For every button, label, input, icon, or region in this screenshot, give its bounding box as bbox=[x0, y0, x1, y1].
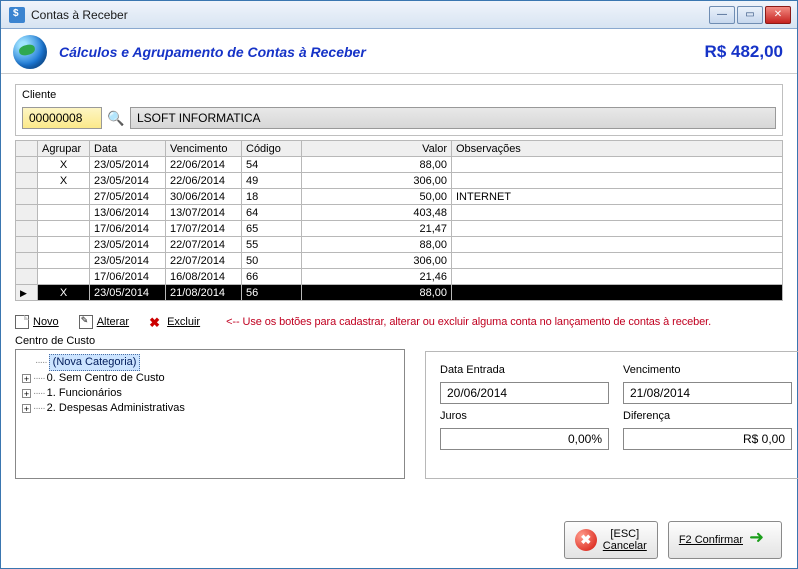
table-row[interactable]: X23/05/201422/06/201449306,00 bbox=[16, 173, 783, 189]
tree-item[interactable]: +·····1. Funcionários bbox=[18, 386, 402, 401]
tree-item[interactable]: ·····(Nova Categoria) bbox=[18, 354, 402, 371]
lbl-vencimento: Vencimento bbox=[623, 364, 792, 376]
tree-item[interactable]: +·····2. Despesas Administrativas bbox=[18, 401, 402, 416]
table-row[interactable]: X23/05/201421/08/20145688,00 bbox=[16, 285, 783, 301]
accounts-grid[interactable]: Agrupar Data Vencimento Código Valor Obs… bbox=[15, 140, 783, 301]
col-vencimento[interactable]: Vencimento bbox=[166, 141, 242, 157]
confirm-button[interactable]: F2 Confirmar bbox=[668, 521, 782, 559]
maximize-button[interactable]: ▭ bbox=[737, 6, 763, 24]
new-icon bbox=[15, 315, 29, 329]
delete-icon: ✖ bbox=[149, 315, 163, 329]
search-icon[interactable]: 🔍 bbox=[106, 108, 126, 128]
app-icon bbox=[9, 7, 25, 23]
confirm-label: F2 Confirmar bbox=[679, 534, 743, 546]
excluir-button[interactable]: ✖ Excluir bbox=[149, 315, 200, 329]
table-row[interactable]: 23/05/201422/07/20145588,00 bbox=[16, 237, 783, 253]
expand-icon[interactable]: + bbox=[22, 374, 31, 383]
table-row[interactable]: 13/06/201413/07/201464403,48 bbox=[16, 205, 783, 221]
page-title: Cálculos e Agrupamento de Contas à Receb… bbox=[59, 44, 705, 60]
window-titlebar: Contas à Receber — ▭ ✕ bbox=[1, 1, 797, 29]
novo-label: Novo bbox=[33, 316, 59, 328]
action-hint: <-- Use os botões para cadastrar, altera… bbox=[226, 316, 711, 328]
cost-center-tree[interactable]: ·····(Nova Categoria)+·····0. Sem Centro… bbox=[15, 349, 405, 479]
action-row: Novo Alterar ✖ Excluir <-- Use os botões… bbox=[15, 315, 783, 329]
page-amount: R$ 482,00 bbox=[705, 42, 783, 62]
client-name-input[interactable] bbox=[130, 107, 776, 129]
lbl-data-entrada: Data Entrada bbox=[440, 364, 609, 376]
col-obs[interactable]: Observações bbox=[452, 141, 783, 157]
diferenca-input[interactable] bbox=[623, 428, 792, 450]
row-selector-header bbox=[16, 141, 38, 157]
alterar-label: Alterar bbox=[97, 316, 129, 328]
lbl-diferenca: Diferença bbox=[623, 410, 792, 422]
col-data[interactable]: Data bbox=[90, 141, 166, 157]
novo-button[interactable]: Novo bbox=[15, 315, 59, 329]
globe-icon bbox=[13, 35, 47, 69]
lbl-juros: Juros bbox=[440, 410, 609, 422]
alterar-button[interactable]: Alterar bbox=[79, 315, 129, 329]
table-row[interactable]: 17/06/201417/07/20146521,47 bbox=[16, 221, 783, 237]
page-header: Cálculos e Agrupamento de Contas à Receb… bbox=[1, 29, 797, 74]
tree-item[interactable]: +·····0. Sem Centro de Custo bbox=[18, 371, 402, 386]
table-row[interactable]: 17/06/201416/08/20146621,46 bbox=[16, 269, 783, 285]
expand-icon[interactable]: + bbox=[22, 389, 31, 398]
confirm-icon bbox=[749, 529, 771, 551]
data-entrada-input[interactable] bbox=[440, 382, 609, 404]
table-row[interactable]: X23/05/201422/06/20145488,00 bbox=[16, 157, 783, 173]
cancel-icon: ✖ bbox=[575, 529, 597, 551]
col-codigo[interactable]: Código bbox=[242, 141, 302, 157]
window-title: Contas à Receber bbox=[31, 8, 709, 22]
cost-center-label: Centro de Custo bbox=[15, 335, 405, 347]
expand-icon[interactable]: + bbox=[22, 404, 31, 413]
client-code-input[interactable] bbox=[22, 107, 102, 129]
juros-input[interactable] bbox=[440, 428, 609, 450]
cancel-line2: Cancelar bbox=[603, 540, 647, 552]
col-agrupar[interactable]: Agrupar bbox=[38, 141, 90, 157]
table-row[interactable]: 27/05/201430/06/20141850,00INTERNET bbox=[16, 189, 783, 205]
edit-icon bbox=[79, 315, 93, 329]
close-button[interactable]: ✕ bbox=[765, 6, 791, 24]
table-row[interactable]: 23/05/201422/07/201450306,00 bbox=[16, 253, 783, 269]
summary-panel: Data Entrada Vencimento Multa Parcelas J… bbox=[425, 351, 798, 479]
cancel-line1: [ESC] bbox=[610, 528, 639, 540]
minimize-button[interactable]: — bbox=[709, 6, 735, 24]
col-valor[interactable]: Valor bbox=[302, 141, 452, 157]
vencimento-input[interactable] bbox=[623, 382, 792, 404]
cancel-button[interactable]: ✖ [ESC] Cancelar bbox=[564, 521, 658, 559]
client-group: Cliente 🔍 bbox=[15, 84, 783, 136]
excluir-label: Excluir bbox=[167, 316, 200, 328]
client-legend: Cliente bbox=[22, 89, 56, 101]
